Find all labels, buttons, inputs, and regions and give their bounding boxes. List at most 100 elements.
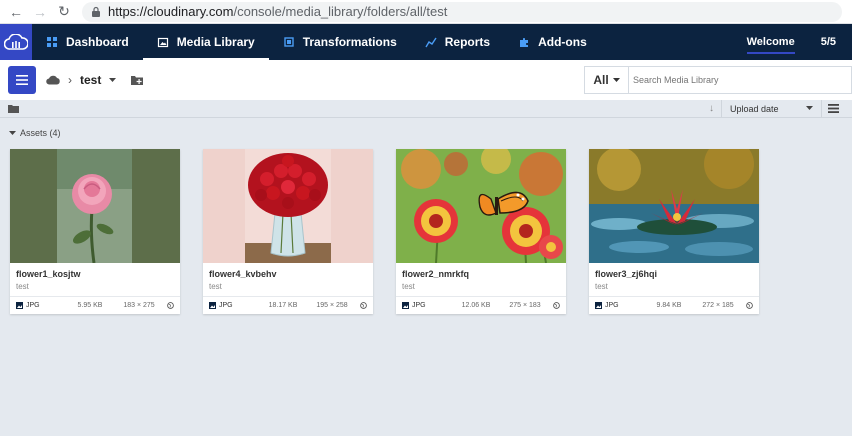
asset-meta: JPG 12.06 KB 275 × 183 — [396, 297, 566, 314]
sort-by-select[interactable]: Upload date — [722, 100, 822, 117]
media-library-icon — [157, 37, 168, 48]
butterfly-flowers-image — [396, 149, 566, 263]
breadcrumb: › test — [46, 73, 144, 87]
asset-format-label: JPG — [26, 302, 40, 309]
sort-controls: ↓ Upload date — [702, 100, 844, 117]
asset-info: flower2_nmrkfq test — [396, 263, 566, 297]
asset-card[interactable]: flower1_kosjtw test JPG 5.95 KB 183 × 27… — [10, 149, 180, 314]
asset-format-label: JPG — [605, 302, 619, 309]
asset-folder: test — [595, 282, 608, 291]
address-bar[interactable]: https://cloudinary.com/console/media_lib… — [82, 1, 842, 22]
current-folder[interactable]: test — [80, 73, 101, 87]
asset-size: 18.17 KB — [268, 302, 298, 309]
nav-transformations-label: Transformations — [302, 35, 397, 49]
dashboard-icon — [47, 37, 57, 47]
list-view-button[interactable] — [822, 100, 844, 117]
public-globe-icon — [746, 302, 753, 309]
asset-card[interactable]: flower2_nmrkfq test JPG 12.06 KB 275 × 1… — [396, 149, 566, 314]
asset-thumbnail[interactable] — [10, 149, 180, 263]
cloud-logo-icon — [4, 34, 28, 50]
asset-size: 5.95 KB — [77, 302, 103, 309]
nav-reports-label: Reports — [444, 35, 491, 49]
public-globe-icon — [360, 302, 367, 309]
asset-name[interactable]: flower2_nmrkfq — [402, 269, 560, 279]
url-text: https://cloudinary.com/console/media_lib… — [108, 4, 447, 19]
search-input[interactable] — [629, 75, 851, 85]
transformations-icon — [284, 37, 294, 47]
water-lily-image — [589, 149, 759, 263]
nav-add-ons[interactable]: Add-ons — [504, 24, 601, 60]
nav-media-library[interactable]: Media Library — [142, 24, 269, 60]
asset-folder: test — [402, 282, 415, 291]
asset-meta: JPG 9.84 KB 272 × 185 — [589, 297, 759, 314]
add-folder-icon[interactable] — [130, 74, 144, 86]
cloudinary-logo[interactable] — [0, 24, 32, 60]
asset-meta: JPG 18.17 KB 195 × 258 — [203, 297, 373, 314]
chevron-right-icon: › — [68, 73, 72, 87]
sort-by-label: Upload date — [730, 103, 779, 114]
asset-thumbnail[interactable] — [203, 149, 373, 263]
asset-thumbnail[interactable] — [589, 149, 759, 263]
asset-name[interactable]: flower4_kvbehv — [209, 269, 367, 279]
puzzle-icon — [520, 37, 529, 47]
image-type-icon — [402, 302, 409, 309]
search-scope-label: All — [593, 73, 609, 87]
reload-icon[interactable]: ↻ — [54, 2, 74, 22]
browser-bar: ← → ↻ https://cloudinary.com/console/med… — [0, 0, 852, 24]
nav-add-ons-label: Add-ons — [538, 35, 587, 49]
hamburger-icon — [16, 75, 28, 85]
folder-menu-button[interactable] — [8, 66, 36, 94]
public-globe-icon — [167, 302, 174, 309]
lock-icon — [92, 6, 100, 17]
asset-card[interactable]: flower4_kvbehv test JPG 18.17 KB 195 × 2… — [203, 149, 373, 314]
public-globe-icon — [553, 302, 560, 309]
asset-format: JPG — [402, 302, 450, 309]
asset-name[interactable]: flower3_zj6hqi — [595, 269, 753, 279]
asset-format-label: JPG — [219, 302, 233, 309]
collapse-caret-icon — [9, 130, 16, 135]
nav-transformations[interactable]: Transformations — [269, 24, 411, 60]
red-roses-vase-image — [203, 149, 373, 263]
assets-section-header[interactable]: Assets (4) — [0, 118, 852, 138]
nav-reports[interactable]: Reports — [411, 24, 504, 60]
asset-card[interactable]: flower3_zj6hqi test JPG 9.84 KB 272 × 18… — [589, 149, 759, 314]
list-view-icon — [827, 104, 839, 113]
assets-count-label: Assets (4) — [20, 128, 61, 138]
asset-size: 12.06 KB — [461, 302, 491, 309]
asset-name[interactable]: flower1_kosjtw — [16, 269, 174, 279]
url-host: https://cloudinary.com — [108, 4, 234, 19]
caret-down-icon[interactable] — [109, 77, 117, 83]
sort-direction-arrow-icon[interactable]: ↓ — [702, 100, 722, 117]
caret-down-icon — [806, 106, 813, 110]
asset-thumbnail[interactable] — [396, 149, 566, 263]
search-box: All — [584, 66, 852, 94]
cloud-root-icon[interactable] — [46, 75, 60, 85]
image-type-icon — [209, 302, 216, 309]
asset-info: flower3_zj6hqi test — [589, 263, 759, 297]
nav-dashboard[interactable]: Dashboard — [32, 24, 143, 60]
asset-size: 9.84 KB — [656, 302, 682, 309]
image-type-icon — [16, 302, 23, 309]
reports-icon — [425, 37, 437, 48]
pink-rose-image — [10, 149, 180, 263]
search-scope-select[interactable]: All — [585, 67, 629, 93]
asset-grid: flower1_kosjtw test JPG 5.95 KB 183 × 27… — [0, 138, 852, 314]
asset-format-label: JPG — [412, 302, 426, 309]
forward-arrow-icon[interactable]: → — [30, 2, 50, 22]
url-path: /console/media_library/folders/all/test — [233, 4, 448, 19]
asset-dimensions: 195 × 258 — [316, 302, 348, 309]
folder-icon[interactable] — [8, 104, 19, 113]
welcome-link[interactable]: Welcome — [746, 30, 795, 54]
asset-meta: JPG 5.95 KB 183 × 275 — [10, 297, 180, 314]
usage-counter[interactable]: 5/5 — [821, 36, 836, 48]
asset-dimensions: 272 × 185 — [702, 302, 734, 309]
asset-format: JPG — [209, 302, 257, 309]
asset-format: JPG — [16, 302, 64, 309]
asset-folder: test — [209, 282, 222, 291]
asset-info: flower4_kvbehv test — [203, 263, 373, 297]
header-right: Welcome 5/5 — [746, 30, 852, 54]
nav-dashboard-label: Dashboard — [66, 35, 129, 49]
app-header: Dashboard Media Library Transformations … — [0, 24, 852, 60]
back-arrow-icon[interactable]: ← — [6, 2, 26, 22]
caret-down-icon — [612, 77, 620, 82]
